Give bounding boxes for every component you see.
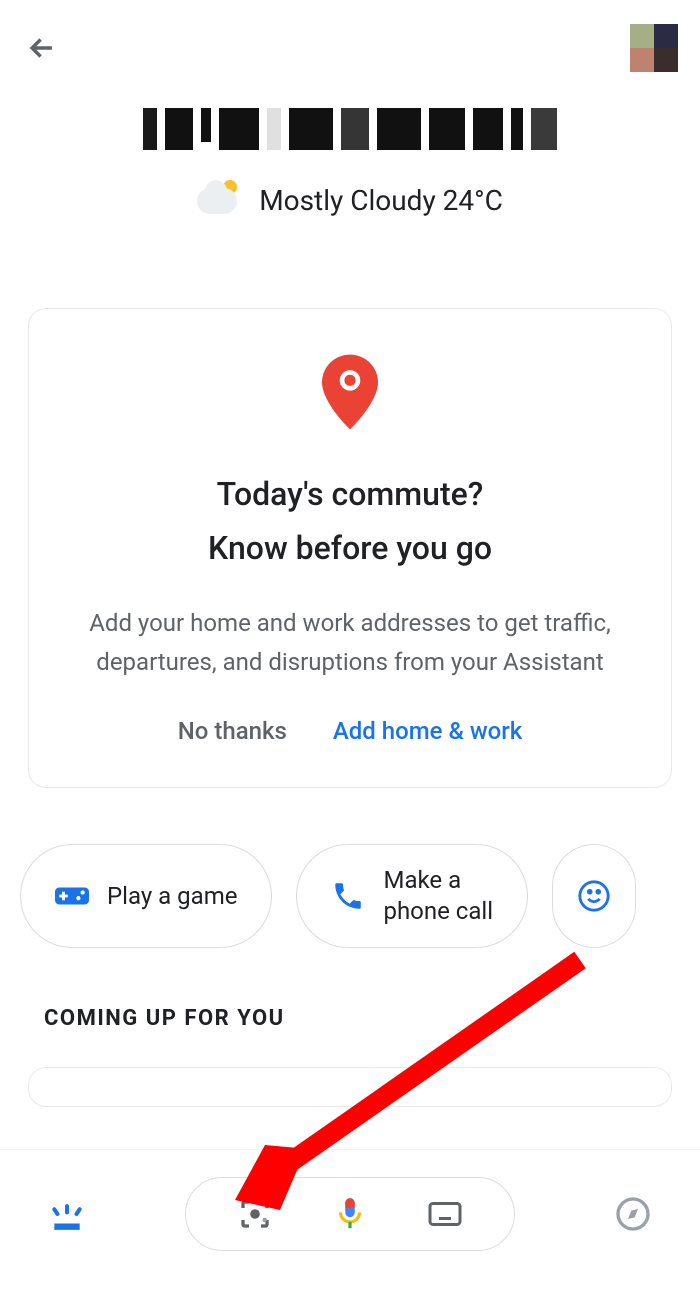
no-thanks-button[interactable]: No thanks — [178, 717, 287, 745]
updates-button[interactable] — [44, 1191, 90, 1237]
compass-icon — [613, 1194, 653, 1234]
top-bar — [0, 0, 700, 82]
chip-phone-call[interactable]: Make a phone call — [296, 844, 528, 948]
keyboard-button[interactable] — [423, 1192, 467, 1236]
chip-play-game[interactable]: Play a game — [20, 844, 272, 948]
weather-row[interactable]: Mostly Cloudy 24°C — [0, 178, 700, 222]
upcoming-card-peek[interactable] — [28, 1067, 672, 1107]
mic-icon — [331, 1195, 369, 1233]
weather-icon — [197, 178, 241, 222]
lens-button[interactable] — [233, 1192, 277, 1236]
location-pin-icon — [59, 353, 641, 431]
voice-button[interactable] — [328, 1192, 372, 1236]
commute-card-title-2: Know before you go — [59, 521, 641, 575]
back-button[interactable] — [22, 28, 62, 68]
bottom-bar — [0, 1149, 700, 1291]
back-arrow-icon — [25, 31, 59, 65]
gamepad-icon — [55, 879, 89, 913]
chip-emoji[interactable] — [552, 844, 636, 948]
greeting: Mostly Cloudy 24°C — [0, 108, 700, 222]
weather-text: Mostly Cloudy 24°C — [259, 184, 503, 217]
profile-avatar[interactable] — [630, 24, 678, 72]
updates-icon — [48, 1195, 86, 1233]
input-pill — [185, 1177, 515, 1251]
commute-card-actions: No thanks Add home & work — [59, 717, 641, 745]
add-home-work-button[interactable]: Add home & work — [333, 717, 522, 745]
suggestion-chips: Play a game Make a phone call — [20, 844, 700, 948]
lens-icon — [237, 1196, 273, 1232]
coming-up-section-title: COMING UP FOR YOU — [44, 1006, 700, 1031]
commute-card-title-1: Today's commute? — [59, 467, 641, 521]
commute-card-body: Add your home and work addresses to get … — [59, 604, 641, 683]
explore-button[interactable] — [610, 1191, 656, 1237]
chip-label-line1: Make a — [383, 865, 493, 896]
phone-icon — [331, 879, 365, 913]
chip-label: Play a game — [107, 882, 237, 910]
commute-card: Today's commute? Know before you go Add … — [28, 308, 672, 788]
greeting-redacted-text — [0, 108, 700, 150]
chip-label-line2: phone call — [383, 896, 493, 927]
smiley-icon — [577, 879, 611, 913]
keyboard-icon — [427, 1196, 463, 1232]
